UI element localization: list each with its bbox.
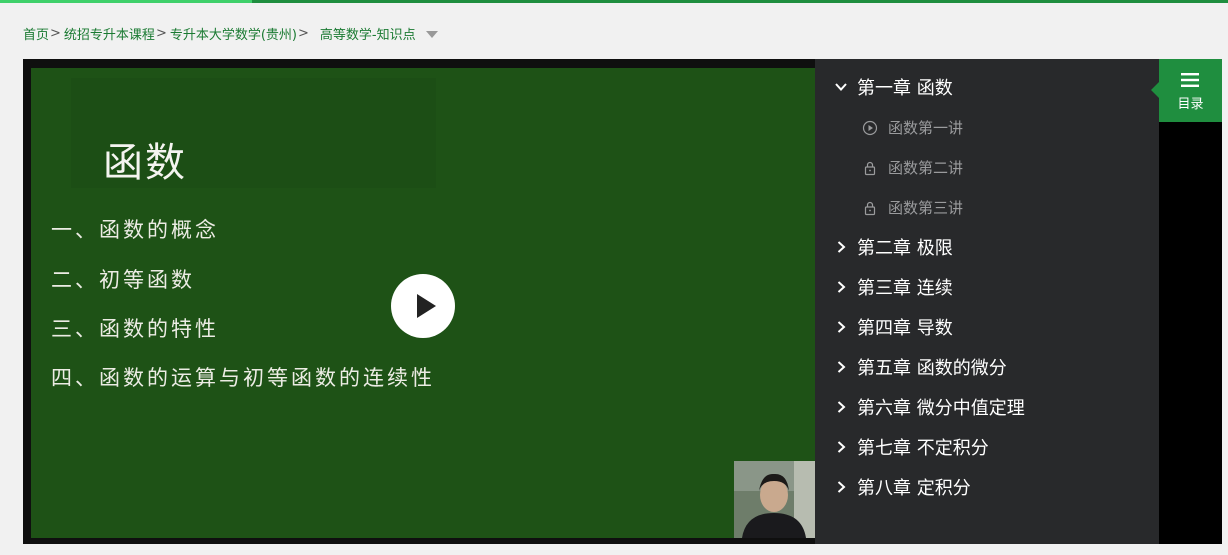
slide-title: 函数: [103, 140, 187, 186]
chapter-label: 第七章 不定积分: [857, 438, 989, 459]
instructor-portrait-icon: [734, 461, 815, 538]
chapter-label: 第四章 导数: [857, 318, 953, 339]
chapter-item-8[interactable]: 第八章 定积分: [815, 475, 1159, 499]
slide-line: 一、函数的概念: [51, 218, 219, 242]
lesson-item-3[interactable]: 函数第三讲: [815, 197, 1159, 219]
dropdown-caret-icon[interactable]: [425, 30, 438, 38]
lesson-label: 函数第二讲: [888, 159, 964, 177]
chevron-right-icon: [837, 241, 846, 253]
chapter-label: 第五章 函数的微分: [857, 358, 1007, 379]
lock-icon: [864, 161, 876, 176]
chevron-right-icon: [837, 321, 846, 333]
play-circle-icon: [862, 120, 878, 136]
chapter-label: 第二章 极限: [857, 238, 953, 259]
lesson-item-1[interactable]: 函数第一讲: [815, 117, 1159, 139]
breadcrumb-separator: >: [50, 25, 61, 41]
chapter-item-5[interactable]: 第五章 函数的微分: [815, 355, 1159, 379]
lesson-item-2[interactable]: 函数第二讲: [815, 157, 1159, 179]
chevron-right-icon: [837, 441, 846, 453]
breadcrumb-separator: >: [155, 25, 167, 41]
chapter-item-3[interactable]: 第三章 连续: [815, 275, 1159, 299]
top-accent-highlight: [0, 0, 252, 3]
lock-icon: [864, 201, 876, 216]
menu-icon: [1181, 73, 1199, 87]
breadcrumb-course-category[interactable]: 统招专升本课程: [64, 24, 155, 43]
breadcrumb-separator: >: [298, 25, 309, 41]
slide-line: 三、函数的特性: [51, 317, 219, 341]
chevron-right-icon: [837, 401, 846, 413]
toc-rail: [1159, 59, 1222, 544]
lesson-label: 函数第一讲: [888, 119, 964, 137]
chapter-item-1[interactable]: 第一章 函数: [815, 75, 1159, 99]
toc-toggle-button[interactable]: 目录: [1151, 59, 1222, 122]
chevron-right-icon: [837, 361, 846, 373]
play-button[interactable]: [391, 274, 455, 338]
chevron-right-icon: [837, 481, 846, 493]
instructor-webcam-thumbnail: [734, 461, 815, 538]
chapter-item-7[interactable]: 第七章 不定积分: [815, 435, 1159, 459]
chapter-item-6[interactable]: 第六章 微分中值定理: [815, 395, 1159, 419]
toc-label: 目录: [1177, 97, 1204, 112]
toc-pointer: [1151, 82, 1159, 98]
chevron-down-icon: [835, 83, 847, 91]
chapter-item-2[interactable]: 第二章 极限: [815, 235, 1159, 259]
breadcrumb-home[interactable]: 首页: [23, 24, 49, 43]
slide-line: 四、函数的运算与初等函数的连续性: [51, 366, 435, 390]
slide-line: 二、初等函数: [51, 268, 195, 292]
breadcrumb-current[interactable]: 高等数学-知识点: [320, 24, 416, 43]
chapter-label: 第六章 微分中值定理: [857, 398, 1025, 419]
top-accent-bar: [0, 0, 1228, 3]
video-area[interactable]: 函数 一、函数的概念 二、初等函数 三、函数的特性 四、函数的运算与初等函数的连…: [31, 68, 815, 538]
chapter-label: 第一章 函数: [857, 78, 953, 99]
chapter-label: 第八章 定积分: [857, 478, 971, 499]
breadcrumb-course[interactable]: 专升本大学数学(贵州): [170, 24, 297, 43]
chapter-item-4[interactable]: 第四章 导数: [815, 315, 1159, 339]
chapter-sidebar: 第一章 函数 函数第一讲 函数第二讲 函数第三讲 第二章 极限 第三章 连续 第…: [815, 59, 1159, 544]
video-player: 函数 一、函数的概念 二、初等函数 三、函数的特性 四、函数的运算与初等函数的连…: [23, 59, 1222, 544]
breadcrumb: 首页 > 统招专升本课程 > 专升本大学数学(贵州) > 高等数学-知识点: [23, 24, 438, 43]
chevron-right-icon: [837, 281, 846, 293]
lesson-label: 函数第三讲: [888, 199, 964, 217]
chapter-label: 第三章 连续: [857, 278, 953, 299]
play-icon: [417, 294, 436, 318]
